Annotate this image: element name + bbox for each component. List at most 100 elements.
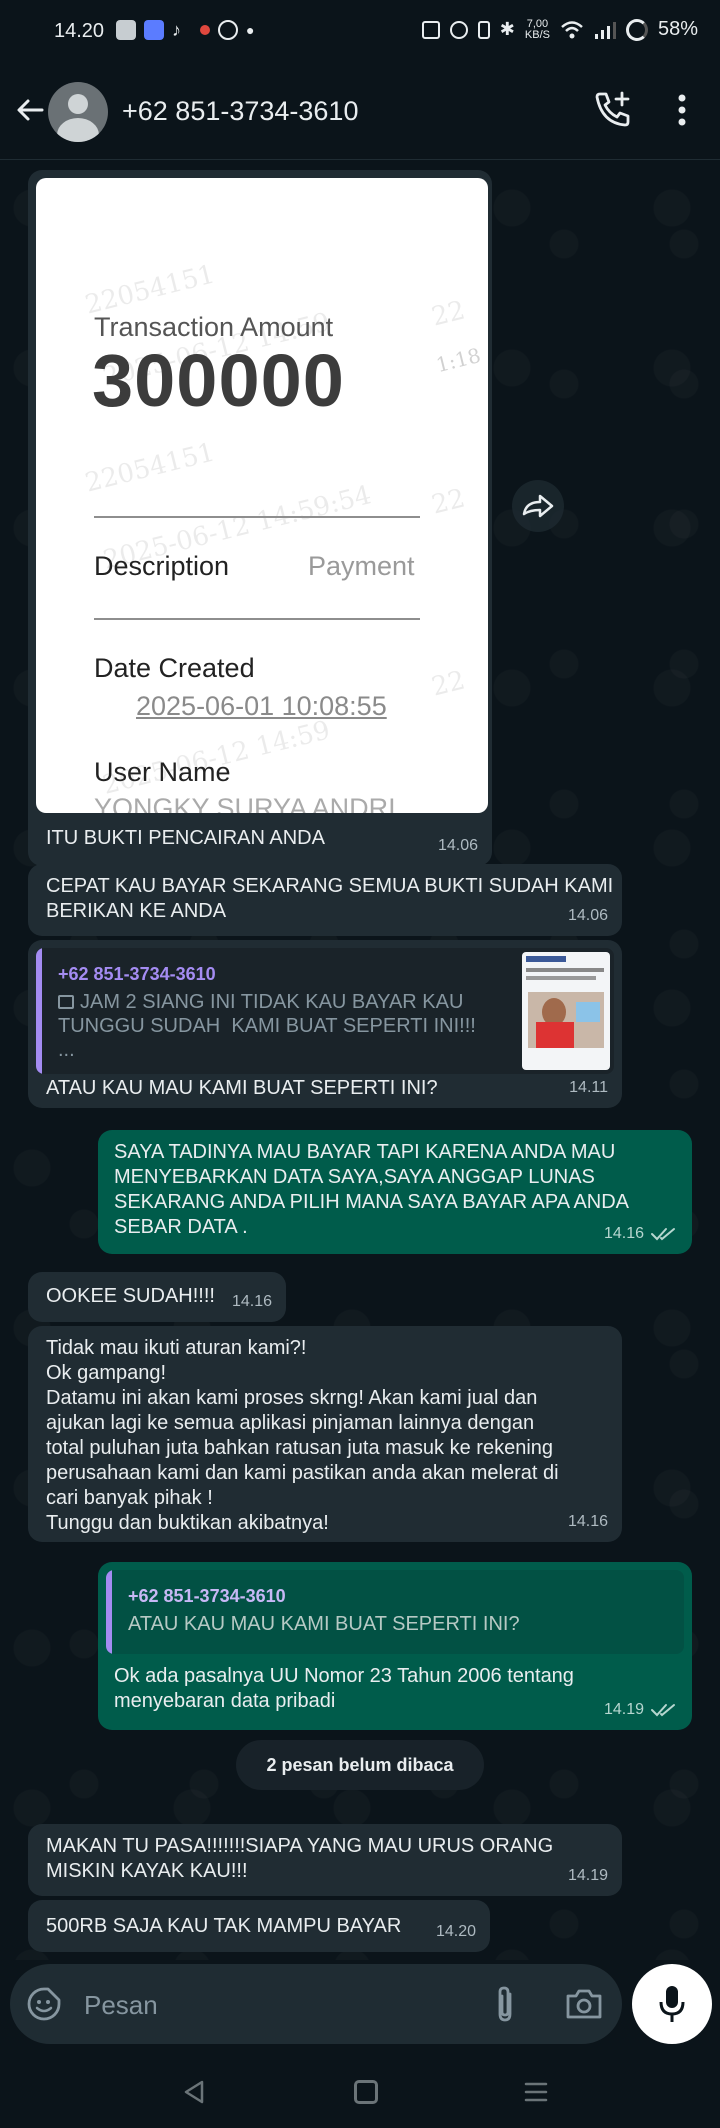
sticker-emoji-icon[interactable] [26, 1986, 62, 2022]
message-bubble-outgoing[interactable]: SAYA TADINYA MAU BAYAR TAPI KARENA ANDA … [98, 1130, 692, 1254]
message-meta: 14.19 [604, 1697, 678, 1722]
message-bubble-outgoing-with-quote[interactable]: +62 851-3734-3610 ATAU KAU MAU KAMI BUAT… [98, 1562, 692, 1730]
receipt-description-key: Description [94, 551, 230, 581]
vibrate-icon [477, 20, 490, 39]
receipt-date-value: 2025-06-01 10:08:55 [136, 691, 387, 721]
message-bubble[interactable]: CEPAT KAU BAYAR SEKARANG SEMUA BUKTI SUD… [28, 864, 622, 936]
nav-back-icon[interactable] [180, 2078, 208, 2106]
alarm-icon [449, 20, 468, 39]
message-time: 14.06 [567, 907, 608, 924]
quoted-text-content: JAM 2 SIANG INI TIDAK KAU BAYAR KAU TUNG… [58, 991, 476, 1061]
net-speed-unit: KB/S [524, 28, 550, 41]
message-text: CEPAT KAU BAYAR SEKARANG SEMUA BUKTI SUD… [46, 875, 614, 922]
transaction-receipt-image[interactable]: 22054151 2025-06-12 14:59 22054151 2025-… [36, 178, 488, 813]
contact-name[interactable]: +62 851-3734-3610 [122, 96, 358, 127]
quoted-message[interactable]: +62 851-3734-3610 JAM 2 SIANG INI TIDAK … [36, 948, 614, 1074]
quoted-text: JAM 2 SIANG INI TIDAK KAU BAYAR KAU TUNG… [58, 990, 476, 1062]
nfc-icon [421, 20, 440, 39]
message-text: Tidak mau ikuti aturan kami?! Ok gampang… [46, 1337, 559, 1534]
message-meta: 14.06 [438, 833, 478, 858]
message-bubble[interactable]: MAKAN TU PASA!!!!!!!SIAPA YANG MAU URUS … [28, 1824, 622, 1896]
status-time: 14.20 [54, 20, 105, 42]
system-navigation-bar [0, 2056, 720, 2128]
message-bubble-with-quote[interactable]: +62 851-3734-3610 JAM 2 SIANG INI TIDAK … [28, 940, 622, 1108]
add-call-icon[interactable] [592, 88, 634, 130]
receipt-user-key: User Name [94, 757, 231, 787]
tiktok-icon: ♪ [172, 20, 181, 40]
image-message[interactable]: 22054151 2025-06-12 14:59 22054151 2025-… [28, 170, 492, 840]
battery-level: 58% [657, 18, 698, 40]
message-input-placeholder[interactable]: Pesan [84, 1990, 158, 2021]
camera-icon[interactable] [564, 1984, 604, 2024]
bluetooth-icon: ✱ [499, 19, 515, 39]
quoted-message[interactable]: +62 851-3734-3610 ATAU KAU MAU KAMI BUAT… [106, 1570, 684, 1654]
back-arrow-icon[interactable] [12, 92, 48, 128]
avatar[interactable] [48, 82, 108, 142]
message-bubble[interactable]: ITU BUKTI PENCAIRAN ANDA 14.06 [28, 814, 492, 866]
shopping-bag-icon [116, 20, 136, 40]
wifi-icon [561, 20, 583, 38]
nav-recents-icon[interactable] [522, 2078, 550, 2106]
message-meta: 14.19 [568, 1863, 608, 1888]
voice-message-button[interactable] [632, 1964, 712, 2044]
message-time: 14.19 [567, 1867, 608, 1884]
signal-icon [594, 21, 616, 39]
message-meta: 14.06 [568, 903, 608, 928]
status-bar: 14.20 ♪ ● ✱ 7,00 KB/S 58% [0, 0, 720, 64]
receipt-divider [94, 618, 420, 620]
attach-icon[interactable] [490, 1984, 522, 2024]
message-time: 14.16 [567, 1513, 608, 1530]
receipt-description-value: Payment [308, 551, 415, 581]
unread-messages-banner: 2 pesan belum dibaca [236, 1740, 484, 1790]
more-options-icon[interactable] [666, 90, 698, 130]
message-meta: 14.16 [568, 1509, 608, 1534]
receipt-user-value: YONGKY SURYA ANDRI [94, 793, 396, 814]
message-text: MAKAN TU PASA!!!!!!!SIAPA YANG MAU URUS … [46, 1835, 554, 1882]
message-input-field[interactable]: Pesan [10, 1964, 622, 2044]
app-k-icon [144, 20, 164, 40]
receipt-amount: 300000 [92, 339, 345, 422]
message-meta: 14.16 [604, 1221, 678, 1246]
receipt-watermark-partial: 22 [428, 295, 469, 333]
status-right: ✱ 7,00 KB/S 58% [421, 18, 698, 41]
message-text: ATAU KAU MAU KAMI BUAT SEPERTI INI? [46, 1077, 438, 1099]
message-time: 14.16 [603, 1225, 644, 1242]
battery-icon [625, 18, 648, 41]
message-text: Ok ada pasalnya UU Nomor 23 Tahun 2006 t… [114, 1665, 574, 1712]
notification-dot-icon [200, 25, 210, 35]
net-speed: 7,00 KB/S [524, 18, 550, 41]
chat-area[interactable]: 22054151 2025-06-12 14:59 22054151 2025-… [0, 160, 720, 1960]
message-time: 14.19 [603, 1701, 644, 1718]
threads-icon [218, 20, 238, 40]
double-check-icon [651, 1227, 675, 1240]
message-bubble[interactable]: OOKEE SUDAH!!!! 14.16 [28, 1272, 286, 1322]
quoted-text: ATAU KAU MAU KAMI BUAT SEPERTI INI? [128, 1613, 520, 1635]
receipt-watermark-time: 1:18 [433, 342, 484, 378]
receipt-amount-label: Transaction Amount [94, 312, 334, 342]
message-bubble[interactable]: 500RB SAJA KAU TAK MAMPU BAYAR 14.20 [28, 1900, 490, 1952]
message-text: OOKEE SUDAH!!!! [46, 1285, 215, 1307]
message-time: 14.16 [231, 1293, 272, 1310]
message-time: 14.20 [435, 1923, 476, 1940]
receipt-watermark-partial: 22 [428, 483, 469, 521]
message-bubble[interactable]: Tidak mau ikuti aturan kami?! Ok gampang… [28, 1326, 622, 1542]
nav-home-icon[interactable] [354, 2080, 378, 2104]
receipt-watermark-partial: 22 [428, 665, 469, 703]
double-check-icon [651, 1703, 675, 1716]
message-time: 14.06 [437, 837, 478, 854]
more-notifications-icon: ● [246, 22, 255, 38]
forward-icon[interactable] [512, 480, 564, 532]
message-meta: 14.20 [436, 1919, 476, 1944]
message-text: ITU BUKTI PENCAIRAN ANDA [46, 827, 325, 849]
quoted-sender: +62 851-3734-3610 [58, 964, 216, 984]
receipt-date-key: Date Created [94, 653, 255, 683]
quoted-sender: +62 851-3734-3610 [128, 1586, 286, 1606]
message-text: 500RB SAJA KAU TAK MAMPU BAYAR [46, 1915, 402, 1937]
receipt-watermark-id: 22054151 [82, 437, 218, 499]
message-meta: 14.11 [569, 1075, 608, 1100]
message-input-bar: Pesan [0, 1960, 720, 2056]
message-time: 14.11 [569, 1079, 608, 1096]
chat-header: +62 851-3734-3610 [0, 64, 720, 160]
notification-icons: ♪ ● [116, 20, 254, 40]
quoted-image-thumbnail[interactable] [522, 952, 610, 1070]
